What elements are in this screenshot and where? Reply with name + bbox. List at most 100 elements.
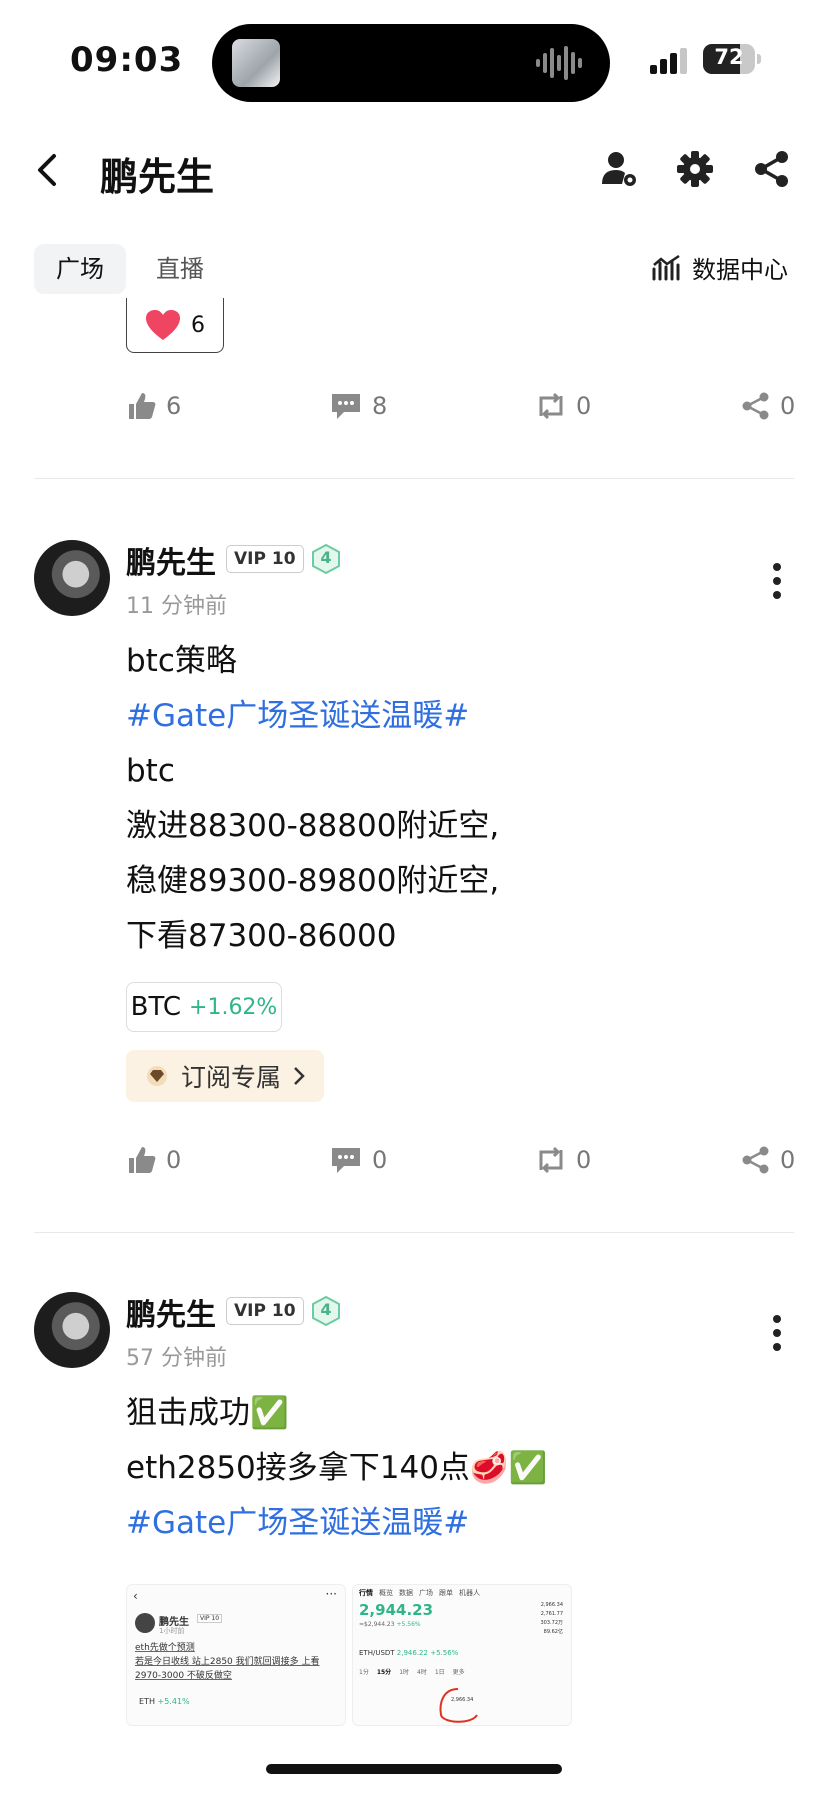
screenshot-tab: 机器人 xyxy=(459,1589,480,1597)
screenshot-body: eth先做个预测 若是今日收线 站上2850 我们就回调接多 上看 2970-3… xyxy=(135,1641,320,1683)
screenshot-back-icon: ‹ xyxy=(133,1589,138,1603)
hashtag-link[interactable]: #Gate广场圣诞送温暖# xyxy=(126,689,499,744)
screenshot-usd: ≈$2,944.23 xyxy=(359,1621,395,1628)
comment-icon xyxy=(332,394,360,419)
post-body: 狙击成功✅ eth2850接多拿下140点🥩✅ #Gate广场圣诞送温暖# xyxy=(126,1386,547,1551)
screenshot-high: 2,966.34 xyxy=(540,1602,563,1608)
post-image-thumbnail[interactable]: ‹ ··· 鹏先生 VIP 10 1小时前 eth先做个预测 若是今日收线 站上… xyxy=(126,1584,346,1726)
repost-button[interactable]: 0 xyxy=(536,392,591,420)
share-count: 0 xyxy=(780,392,796,420)
screenshot-more-icon: ··· xyxy=(325,1587,337,1601)
comment-button[interactable]: 8 xyxy=(330,392,387,420)
level-badge: 4 xyxy=(312,543,340,578)
repost-button[interactable]: 0 xyxy=(536,1146,591,1174)
screenshot-coin: ETH +5.41% xyxy=(139,1697,190,1706)
screenshot-tab: 广场 xyxy=(419,1589,433,1597)
screenshot-tab: 数据 xyxy=(399,1589,413,1597)
share-icon[interactable] xyxy=(754,150,790,188)
post-share-button[interactable]: 0 xyxy=(742,1146,795,1174)
comment-count: 0 xyxy=(372,1146,388,1174)
battery-indicator: 72 xyxy=(703,44,761,74)
like-button[interactable]: 6 xyxy=(128,392,181,420)
screenshot-pair-name: ETH/USDT xyxy=(359,1649,395,1657)
screenshot-line: eth先做个预测 xyxy=(135,1643,195,1653)
thumbs-up-icon xyxy=(129,1147,156,1173)
coin-ticker-chip[interactable]: BTC +1.62% xyxy=(126,982,282,1032)
battery-percent: 72 xyxy=(714,45,744,69)
screenshot-line: 2970-3000 不破反做空 xyxy=(135,1671,232,1681)
tab-live[interactable]: 直播 xyxy=(156,244,204,294)
settings-gear-icon[interactable] xyxy=(676,150,714,188)
status-time: 09:03 xyxy=(70,40,184,80)
author-name[interactable]: 鹏先生 xyxy=(126,1290,216,1334)
comment-button[interactable]: 0 xyxy=(330,1146,387,1174)
post-time: 57 分钟前 xyxy=(126,1346,227,1371)
screenshot-price: 2,944.23 xyxy=(359,1601,434,1619)
repost-count: 0 xyxy=(576,392,592,420)
data-center-label: 数据中心 xyxy=(692,256,788,284)
screenshot-amount: 89.62亿 xyxy=(543,1629,563,1635)
divider xyxy=(34,1232,794,1233)
screenshot-level-mark: 2,966.34 xyxy=(451,1697,474,1703)
author-name[interactable]: 鹏先生 xyxy=(126,538,216,582)
screenshot-time: 1小时前 xyxy=(159,1627,185,1635)
home-indicator xyxy=(266,1764,562,1774)
red-circle-annotation xyxy=(439,1688,478,1723)
now-playing-thumbnail xyxy=(232,39,280,87)
post-line: btc策略 xyxy=(126,643,237,679)
share-icon xyxy=(742,392,769,420)
repost-icon xyxy=(539,1146,563,1174)
dynamic-island xyxy=(212,24,610,102)
back-icon[interactable] xyxy=(34,152,62,188)
more-options-icon[interactable] xyxy=(772,1314,782,1352)
screenshot-tab: 概览 xyxy=(379,1589,393,1597)
screenshot-line: 若是今日收线 站上2850 我们就回调接多 上看 xyxy=(135,1657,320,1667)
audio-wave-icon xyxy=(536,46,582,80)
screenshot-avatar xyxy=(135,1613,155,1633)
user-settings-icon[interactable] xyxy=(600,150,638,188)
post-share-button[interactable]: 0 xyxy=(742,392,795,420)
hashtag-link[interactable]: #Gate广场圣诞送温暖# xyxy=(126,1496,547,1551)
screenshot-tab: 跟单 xyxy=(439,1589,453,1597)
coin-change: +1.62% xyxy=(189,994,278,1020)
post-line: 狙击成功✅ xyxy=(126,1395,289,1431)
screenshot-interval: 更多 xyxy=(452,1669,465,1676)
chart-icon xyxy=(652,254,680,280)
screenshot-interval: 1时 xyxy=(399,1669,410,1676)
repost-count: 0 xyxy=(576,1146,592,1174)
heart-reaction-chip[interactable]: 6 xyxy=(126,298,224,353)
post-time: 11 分钟前 xyxy=(126,594,227,619)
subscribe-label: 订阅专属 xyxy=(180,1063,281,1092)
data-center-link[interactable]: 数据中心 xyxy=(652,250,788,285)
divider xyxy=(34,478,794,479)
page-title: 鹏先生 xyxy=(100,155,215,199)
vip-badge: VIP 10 xyxy=(226,1297,304,1325)
post-image-thumbnail[interactable]: 行情 概览 数据 广场 跟单 机器人 2,944.23 ≈$2,944.23 +… xyxy=(352,1584,572,1726)
thumbs-up-icon xyxy=(129,393,156,419)
screenshot-vol: 303.72万 xyxy=(540,1620,564,1626)
screenshot-interval: 4时 xyxy=(417,1669,427,1676)
chevron-right-icon xyxy=(294,1067,305,1085)
screenshot-interval: 1分 xyxy=(359,1669,369,1676)
screenshot-coin-change: +5.41% xyxy=(157,1697,190,1706)
avatar[interactable] xyxy=(34,540,110,616)
screenshot-pair-change: +5.56% xyxy=(430,1649,459,1657)
post-line: 激进88300-88800附近空, xyxy=(126,808,500,844)
signal-icon xyxy=(650,48,687,74)
avatar[interactable] xyxy=(34,1292,110,1368)
comment-icon xyxy=(332,1148,360,1173)
screenshot-sub-price: ≈$2,944.23 +5.56% xyxy=(359,1621,421,1628)
post-body: btc策略 #Gate广场圣诞送温暖# btc 激进88300-88800附近空… xyxy=(126,634,499,964)
more-options-icon[interactable] xyxy=(772,562,782,600)
post-line: btc xyxy=(126,753,175,789)
like-count: 6 xyxy=(166,392,182,420)
coin-symbol: BTC xyxy=(130,992,182,1022)
like-button[interactable]: 0 xyxy=(128,1146,181,1174)
screenshot-interval: 1日 xyxy=(434,1669,445,1676)
screenshot-low: 2,761.77 xyxy=(540,1611,563,1617)
tab-square[interactable]: 广场 xyxy=(34,244,126,294)
screenshot-vip: VIP 10 xyxy=(197,1614,223,1623)
screenshot-intervals: 1分 15分 1时 4时 1日 更多 xyxy=(359,1667,465,1676)
subscribe-button[interactable]: 订阅专属 xyxy=(126,1050,324,1102)
post-line: eth2850接多拿下140点🥩✅ xyxy=(126,1450,548,1486)
